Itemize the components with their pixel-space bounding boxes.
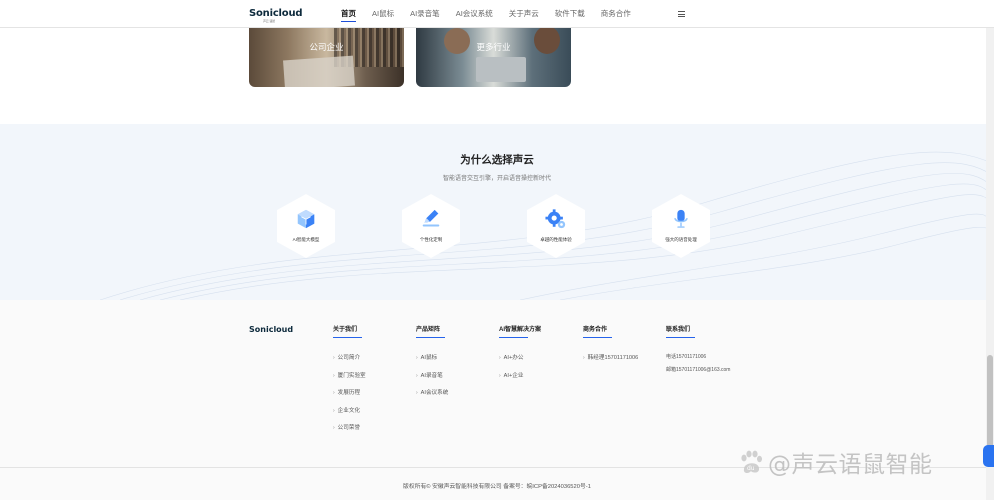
footer-link[interactable]: › 公司荣誉 [333, 423, 366, 441]
chevron-right-icon: › [416, 372, 418, 379]
feature-card[interactable]: 个性化定制 [402, 194, 460, 258]
footer-logo[interactable]: Sonicloud [249, 325, 293, 334]
title-underline [583, 337, 612, 338]
footer-link-label: 发展历程 [337, 390, 361, 396]
menu-icon[interactable] [678, 11, 685, 17]
footer-link-label: AI录音笔 [420, 372, 443, 379]
footer-link[interactable]: › AI+企业 [499, 371, 541, 389]
floating-link-button[interactable] [983, 445, 994, 467]
feature-label: AI智能大模型 [292, 237, 320, 242]
cube-icon [297, 209, 315, 229]
chevron-right-icon: › [333, 407, 335, 414]
footer-link-label: AI+办公 [503, 355, 524, 361]
microphone-icon [674, 209, 688, 228]
footer-link[interactable]: › 厦门实验室 [333, 371, 366, 389]
nav-business[interactable]: 商务合作 [601, 0, 631, 28]
contact-phone: 电话15701171006 [666, 354, 707, 360]
feature-card[interactable]: 强大的语音处理 [652, 194, 710, 258]
chevron-right-icon: › [416, 355, 418, 361]
why-section: 为什么选择声云 智能语音交互引擎，开启语音操控新时代 AI智能大模型 个性化定制 [0, 124, 994, 300]
chevron-right-icon: › [333, 390, 335, 396]
footer-link-label: AI+企业 [503, 372, 524, 379]
gear-icon [545, 209, 566, 229]
footer-column-title: 关于我们 [333, 327, 358, 333]
watermark: du @声云语鼠智能 [738, 447, 933, 478]
chevron-right-icon: › [499, 372, 501, 379]
footer-column-title: 产品矩阵 [416, 327, 441, 333]
chevron-right-icon: › [416, 390, 418, 396]
industry-card-more[interactable]: 更多行业 [416, 22, 571, 87]
industry-card-label: 更多行业 [476, 42, 511, 52]
svg-text:du: du [747, 465, 755, 472]
pen-icon [422, 209, 440, 227]
document-image [283, 55, 355, 87]
footer-column-products: 产品矩阵 › AI鼠标 › AI录音笔 › AI会议系统 [416, 324, 448, 406]
footer-link[interactable]: › AI会议系统 [416, 388, 448, 406]
logo-subtitle: 声云 语鼠 [263, 19, 275, 23]
industry-card-enterprise[interactable]: 公司企业 [249, 22, 404, 87]
feature-label: 卓越的性能体验 [540, 237, 572, 242]
footer-column-title: AI智慧解决方案 [499, 327, 542, 333]
nav-ai-mouse[interactable]: AI鼠标 [372, 0, 394, 28]
nav-download[interactable]: 软件下载 [555, 0, 585, 28]
footer-link-label: AI会议系统 [420, 390, 449, 396]
footer-link[interactable]: › 发展历程 [333, 388, 366, 406]
footer-column-business: 商务合作 › 韩经理15701171006 [583, 324, 638, 371]
footer-link-label: 韩经理15701171006 [587, 355, 639, 361]
footer-link[interactable]: › 企业文化 [333, 406, 366, 424]
feature-card[interactable]: AI智能大模型 [277, 194, 335, 258]
section-subtitle: 智能语音交互引擎，开启语音操控新时代 [442, 176, 551, 182]
footer-column-title: 商务合作 [583, 327, 608, 333]
main-nav: 首页 AI鼠标 AI录音笔 AI会议系统 关于声云 软件下载 商务合作 [341, 0, 647, 28]
site-logo[interactable]: Sonicloud 声云 语鼠 [249, 8, 303, 23]
paw-icon: du [741, 450, 762, 474]
wave-background [99, 151, 994, 300]
footer-link[interactable]: › AI鼠标 [416, 353, 448, 371]
industry-card-label: 公司企业 [309, 42, 344, 52]
footer-column-contact: 联系我们 电话15701171006 邮箱15701171006@163.com [666, 324, 730, 378]
footer-link-label: AI鼠标 [420, 355, 438, 361]
site-header: Sonicloud 声云 语鼠 首页 AI鼠标 AI录音笔 AI会议系统 关于声… [0, 0, 994, 28]
logo-text: Sonicloud [249, 8, 303, 19]
feature-label: 个性化定制 [419, 237, 443, 242]
chevron-right-icon: › [583, 355, 585, 361]
nav-ai-meeting[interactable]: AI会议系统 [456, 0, 493, 28]
title-underline [666, 337, 695, 338]
contact-email[interactable]: 邮箱15701171006@163.com [666, 366, 730, 379]
chevron-right-icon: › [333, 372, 335, 379]
title-underline [416, 337, 445, 338]
chevron-right-icon: › [333, 355, 335, 361]
laptop-image [476, 57, 526, 82]
footer-column-solutions: AI智慧解决方案 › AI+办公 › AI+企业 [499, 324, 541, 388]
chevron-right-icon: › [499, 355, 501, 361]
feature-card[interactable]: 卓越的性能体验 [527, 194, 585, 258]
footer-link-label: 企业文化 [337, 407, 361, 414]
footer-link-label: 厦门实验室 [337, 372, 366, 379]
copyright-text: 版权所有© 安徽声云智能科技有限公司 备案号：皖ICP备2024036520号-… [403, 484, 591, 490]
section-title: 为什么选择声云 [460, 154, 534, 166]
footer-link[interactable]: › AI录音笔 [416, 371, 448, 389]
nav-home[interactable]: 首页 [341, 0, 356, 28]
nav-ai-recorder[interactable]: AI录音笔 [410, 0, 440, 28]
chevron-right-icon: › [333, 425, 335, 431]
scrollbar-thumb[interactable] [987, 355, 993, 450]
footer-link-label: 公司荣誉 [337, 425, 361, 431]
footer-link[interactable]: › AI+办公 [499, 353, 541, 371]
footer-column-about: 关于我们 › 公司简介 › 厦门实验室 › 发展历程 › 企业文化 › 公司荣誉 [333, 324, 366, 441]
feature-label: 强大的语音处理 [665, 237, 697, 242]
footer-link-label: 公司简介 [337, 355, 361, 361]
footer-link[interactable]: › 公司简介 [333, 353, 366, 371]
title-underline [499, 337, 528, 338]
footer-link[interactable]: › 韩经理15701171006 [583, 353, 638, 371]
watermark-text: @声云语鼠智能 [768, 452, 933, 478]
nav-about[interactable]: 关于声云 [509, 0, 539, 28]
title-underline [333, 337, 362, 338]
footer-column-title: 联系我们 [666, 327, 691, 333]
